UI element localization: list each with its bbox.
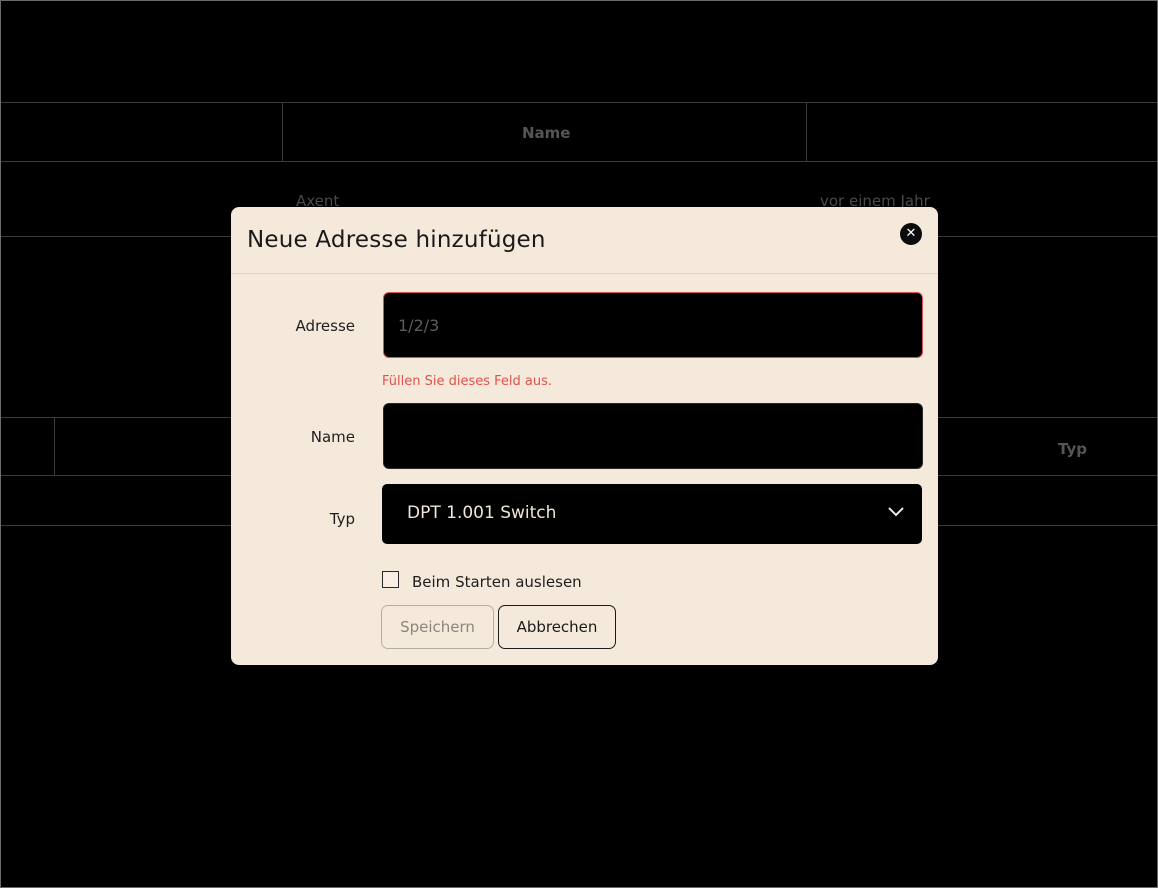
address-input[interactable] bbox=[383, 292, 923, 358]
table-divider bbox=[54, 417, 55, 476]
address-label: Adresse bbox=[295, 317, 355, 335]
cancel-button[interactable]: Abbrechen bbox=[498, 605, 616, 649]
table-divider bbox=[282, 102, 283, 162]
read-on-start-checkbox[interactable] bbox=[382, 571, 399, 588]
read-on-start-label[interactable]: Beim Starten auslesen bbox=[412, 573, 582, 591]
save-button[interactable]: Speichern bbox=[381, 605, 494, 649]
name-input[interactable] bbox=[383, 403, 923, 469]
name-label: Name bbox=[310, 428, 355, 446]
save-button-label: Speichern bbox=[400, 618, 475, 636]
table-divider bbox=[806, 102, 807, 162]
add-address-dialog: Neue Adresse hinzufügen ✕ Adresse Füllen… bbox=[231, 207, 938, 665]
table-header-name: Name bbox=[522, 124, 571, 142]
type-label: Typ bbox=[329, 510, 355, 528]
close-button[interactable]: ✕ bbox=[900, 223, 922, 245]
dialog-header: Neue Adresse hinzufügen ✕ bbox=[231, 207, 938, 274]
cancel-button-label: Abbrechen bbox=[516, 618, 598, 636]
table-header-typ: Typ bbox=[1058, 440, 1087, 458]
dialog-title: Neue Adresse hinzufügen bbox=[247, 227, 546, 253]
table-divider bbox=[1, 102, 1157, 103]
address-error-message: Füllen Sie dieses Feld aus. bbox=[382, 374, 553, 389]
table-divider bbox=[1, 161, 1157, 162]
type-select-value: DPT 1.001 Switch bbox=[407, 503, 557, 523]
app-window: Name Axent vor einem Jahr Typ Neue Adres… bbox=[0, 0, 1158, 888]
type-select[interactable]: DPT 1.001 Switch bbox=[382, 484, 922, 544]
close-icon: ✕ bbox=[905, 226, 917, 241]
chevron-down-icon bbox=[888, 507, 904, 517]
